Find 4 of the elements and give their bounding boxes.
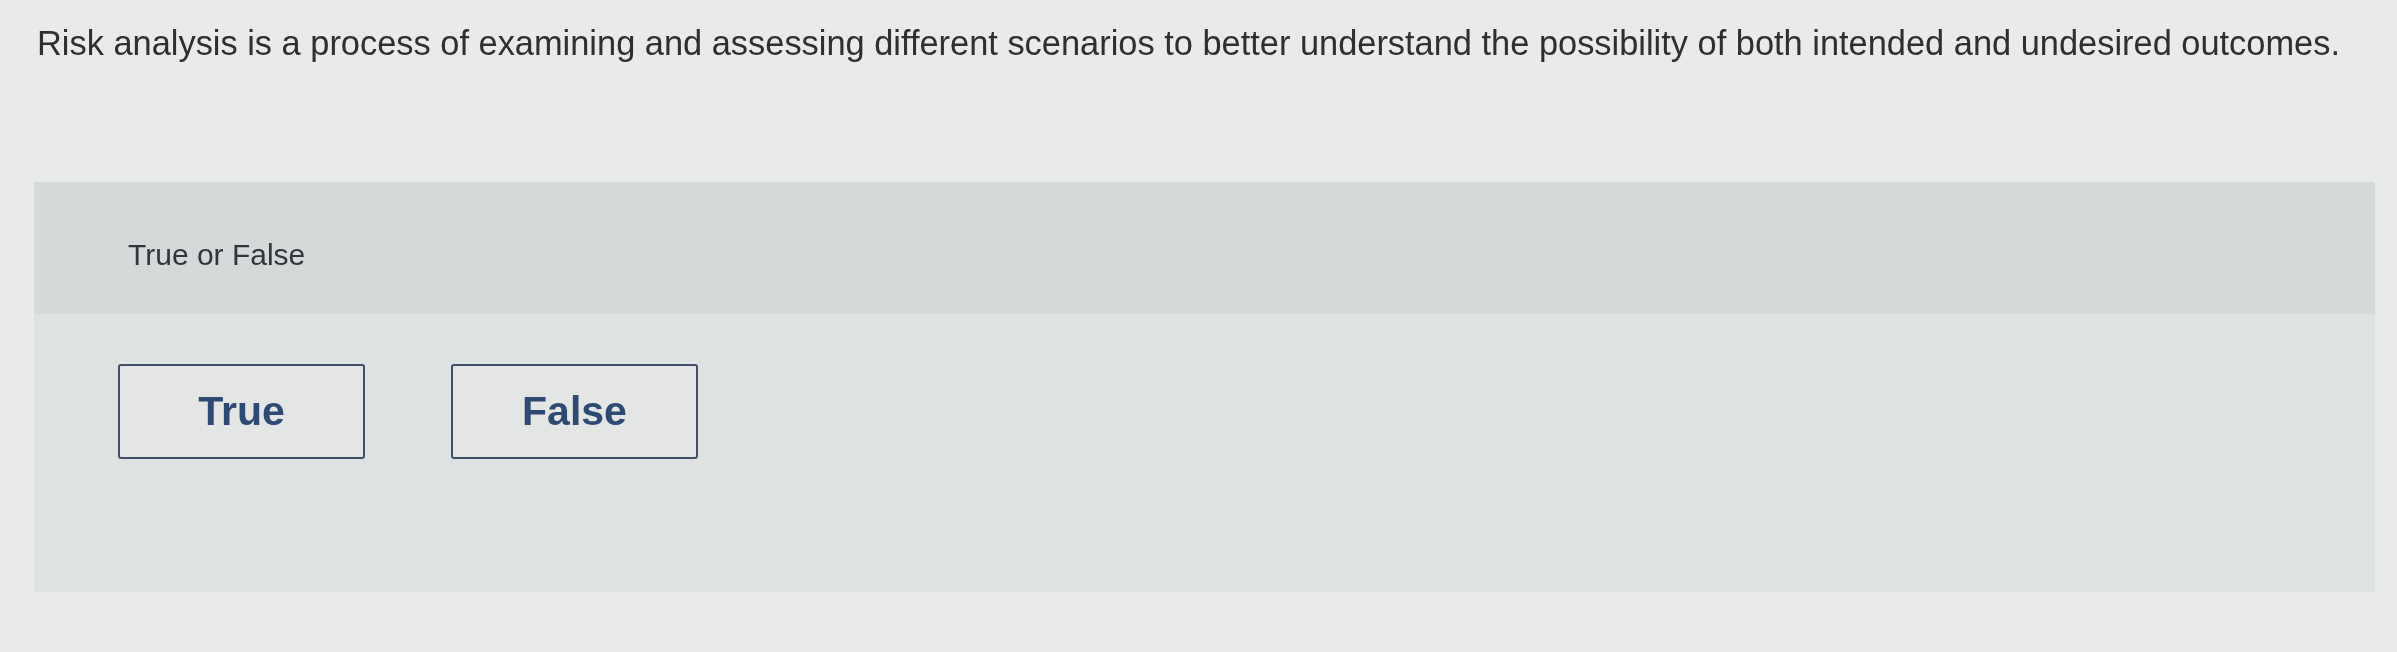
question-text: Risk analysis is a process of examining and assessing different scenarios to better understand the possibility of both intended and undesired outcomes.: [37, 23, 2340, 64]
prompt-text: True or False: [128, 238, 306, 272]
answer-option-button[interactable]: False: [451, 364, 698, 459]
answer-option-button[interactable]: True: [118, 364, 365, 459]
